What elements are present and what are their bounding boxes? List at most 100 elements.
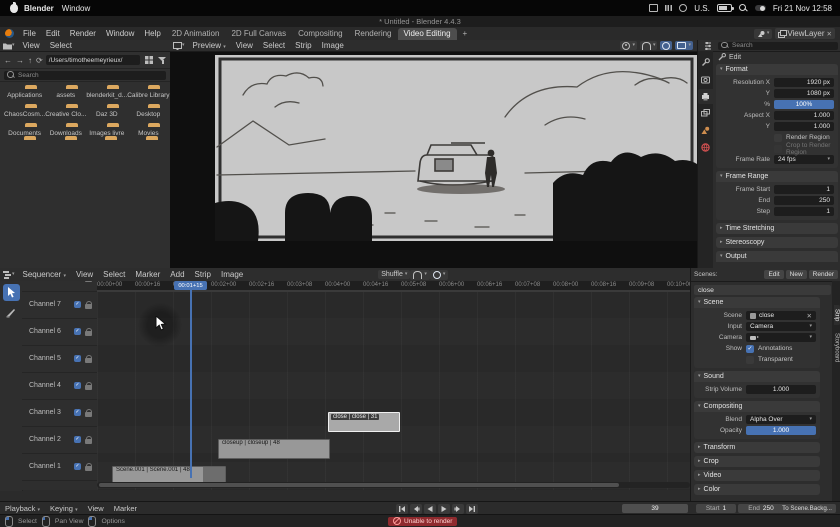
channel-row[interactable]: Channel 6 ✓ [22, 318, 97, 346]
sequencer-menu-item[interactable]: Marker [130, 268, 165, 281]
workspace-tab-2d-animation[interactable]: 2D Animation [166, 28, 226, 40]
camera-dropdown[interactable]: ▾ [746, 333, 816, 342]
tab-world[interactable] [698, 140, 713, 155]
opacity-slider[interactable]: 1.000 [746, 426, 816, 435]
editor-type-icon[interactable]: ▾ [170, 42, 188, 50]
play-reverse-button[interactable] [424, 504, 436, 514]
tab-tool[interactable] [698, 55, 713, 70]
play-button[interactable] [438, 504, 450, 514]
blender-logo-icon[interactable] [5, 29, 14, 38]
channel-row[interactable]: Channel 2 ✓ [22, 426, 97, 454]
workspace-tab-video-editing[interactable]: Video Editing [398, 28, 457, 40]
collapsed-panel-header[interactable]: ▸ Stereoscopy [716, 237, 838, 248]
channel-visibility-checkbox[interactable]: ✓ [74, 382, 81, 389]
channel-lock-icon[interactable] [85, 355, 92, 363]
topbar-menu-item[interactable]: Window [101, 27, 139, 40]
editor-type-icon[interactable]: ▾ [0, 42, 18, 50]
preview-menu-item[interactable]: View [231, 40, 258, 52]
frame-step-field[interactable]: 1 [774, 207, 834, 216]
folder-item[interactable]: assets [45, 88, 86, 99]
sidebar-tab-strip-label[interactable]: Strip [834, 305, 840, 325]
tab-view-layer[interactable] [698, 106, 713, 121]
tab-scene[interactable] [698, 123, 713, 138]
format-panel-header[interactable]: ▾ Format [716, 64, 838, 75]
frame-end-field[interactable]: 250 [774, 196, 834, 205]
jump-to-start-button[interactable] [396, 504, 408, 514]
editor-type-icon[interactable] [701, 42, 715, 50]
refresh-icon[interactable]: ⟳ [35, 56, 44, 65]
channel-lock-icon[interactable] [85, 436, 92, 444]
channel-lock-icon[interactable] [85, 463, 92, 471]
next-keyframe-button[interactable] [452, 504, 464, 514]
tab-output[interactable] [698, 89, 713, 104]
channel-lock-icon[interactable] [85, 281, 92, 282]
prev-keyframe-button[interactable] [410, 504, 422, 514]
channel-row[interactable]: Channel 3 ✓ [22, 399, 97, 427]
collapsed-panel-header[interactable]: ▸ Transform [694, 442, 820, 453]
back-icon[interactable]: ← [3, 56, 13, 65]
scene-selector[interactable]: ▾ [754, 29, 773, 39]
add-workspace-button[interactable]: + [457, 28, 474, 40]
folder-item[interactable]: ChaosCosm... [4, 107, 45, 118]
topbar-menu-item[interactable]: Edit [41, 27, 65, 40]
sequencer-menu-item[interactable]: Image [216, 268, 248, 281]
menubar-window-menu[interactable]: Window [62, 4, 90, 13]
resolution-scale-slider[interactable]: 100% [774, 100, 834, 109]
apple-menu-icon[interactable] [10, 4, 18, 13]
frame-range-panel-header[interactable]: ▾ Frame Range [716, 171, 838, 182]
menubar-clock[interactable]: Fri 21 Nov 12:58 [773, 4, 832, 13]
app-menu[interactable]: Blender [24, 4, 54, 13]
preview-menu-item[interactable]: Strip [290, 40, 316, 52]
channel-row[interactable]: Channel 4 ✓ [22, 372, 97, 400]
strip-volume-field[interactable]: 1.000 [746, 385, 816, 394]
strip-close-selected[interactable]: close | close | 31 [328, 412, 400, 432]
topbar-menu-item[interactable]: Help [139, 27, 165, 40]
display-mode-dropdown[interactable]: Preview ▾ [188, 40, 231, 52]
sidebar-tab-storyboard-label[interactable]: Storyboard [834, 329, 840, 366]
strip-closeup[interactable]: closeup | closeup | 48 [218, 439, 330, 459]
frame-start-field[interactable]: 1 [774, 185, 834, 194]
sound-panel-header[interactable]: ▾ Sound [694, 371, 820, 382]
display-status-icon[interactable] [649, 4, 658, 12]
pivot-point-button[interactable]: ▾ [620, 41, 637, 50]
input-dropdown[interactable]: Camera ▾ [746, 322, 816, 331]
topbar-menu-item[interactable]: Render [65, 27, 101, 40]
to-scene-button[interactable]: To Scene.Backg... [778, 504, 836, 513]
aspect-y-field[interactable]: 1.000 [774, 122, 834, 131]
sequencer-menu-item[interactable]: Add [165, 268, 189, 281]
folder-item[interactable]: Creative Clo... [45, 107, 86, 118]
battery-icon[interactable] [717, 4, 732, 12]
record-status-icon[interactable] [679, 4, 687, 12]
render-error-badge[interactable]: Unable to render [388, 517, 457, 526]
transparent-checkbox[interactable]: ✓ [746, 356, 754, 364]
channel-row[interactable]: Channel 1 ✓ [22, 453, 97, 481]
topbar-menu-item[interactable]: File [18, 27, 41, 40]
collapsed-panel-header[interactable]: ▸ Time Stretching [716, 223, 838, 234]
snap-button[interactable]: ▾ [410, 270, 430, 280]
playhead-frame-label[interactable]: 00:01+15 [174, 281, 207, 290]
playhead[interactable] [190, 281, 192, 478]
gizmo-toggle-button[interactable] [660, 41, 672, 50]
timeline-tracks[interactable] [97, 292, 690, 490]
channel-lock-icon[interactable] [85, 328, 92, 336]
jump-to-end-button[interactable] [466, 504, 478, 514]
scene-action-button[interactable]: Render [809, 270, 838, 279]
frame-end-field[interactable]: End 250 [738, 504, 784, 513]
control-center-icon[interactable] [755, 5, 766, 11]
channel-visibility-checkbox[interactable]: ✓ [74, 436, 81, 443]
scene-panel-header[interactable]: ▾ Scene [694, 297, 820, 308]
file-browser-menu-item[interactable]: Select [45, 40, 77, 52]
scene-action-button[interactable]: Edit [764, 270, 783, 279]
current-frame-field[interactable]: 39 [622, 504, 688, 513]
frame-rate-dropdown[interactable]: 24 fps▾ [774, 155, 834, 164]
aspect-x-field[interactable]: 1.000 [774, 111, 834, 120]
strip-name-field[interactable]: close [694, 285, 831, 295]
channel-lock-icon[interactable] [85, 382, 92, 390]
blend-mode-dropdown[interactable]: Alpha Over ▾ [746, 415, 816, 424]
select-tool-button[interactable] [3, 284, 20, 301]
overlays-toggle-button[interactable]: ▾ [675, 41, 693, 50]
sequencer-menu-item[interactable]: Strip [190, 268, 216, 281]
channel-row[interactable]: Channel 5 ✓ [22, 345, 97, 373]
output-panel-header[interactable]: ▾ Output [716, 251, 838, 262]
collapsed-panel-header[interactable]: ▸ Video [694, 470, 820, 481]
